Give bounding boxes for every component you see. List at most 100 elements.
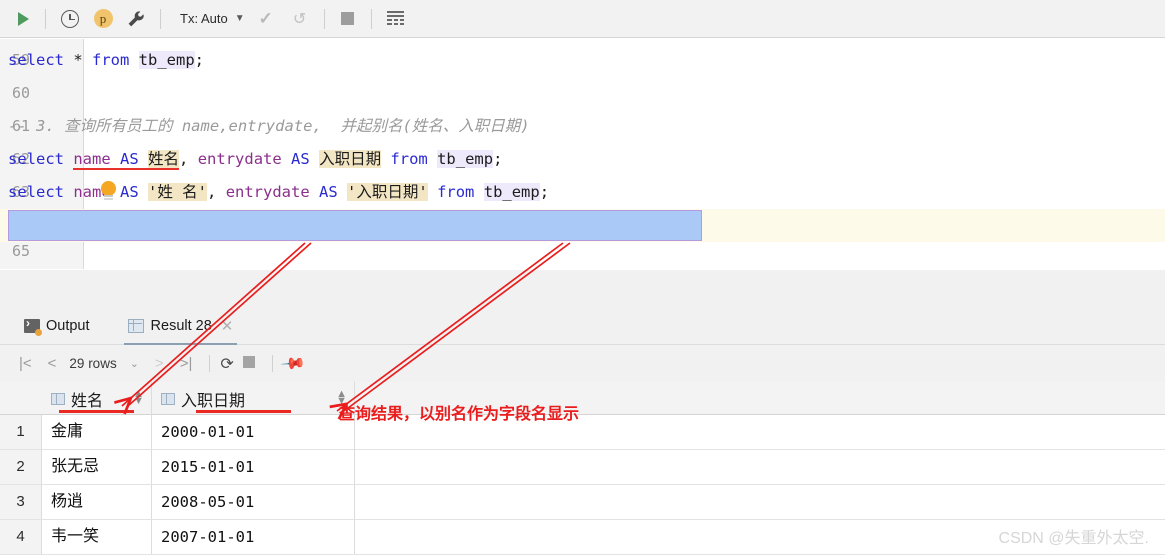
tab-result-28-label: Result 28: [150, 318, 212, 334]
stop-square-icon: [242, 356, 255, 368]
rollback-button[interactable]: ↺: [283, 0, 317, 38]
tab-result-28[interactable]: Result 28 ✕: [118, 308, 244, 345]
cell-entrydate[interactable]: 2007-01-01: [152, 520, 355, 554]
clock-icon: [61, 9, 79, 28]
code-token: tb_emp: [483, 183, 540, 201]
column-header-name-label: 姓名: [71, 392, 104, 410]
sort-arrows-icon[interactable]: ▲ ▼: [133, 389, 144, 407]
code-token: ;: [194, 51, 205, 69]
cell-entrydate[interactable]: 2000-01-01: [152, 415, 355, 449]
code-token: from: [390, 150, 428, 168]
table-row[interactable]: 2 张无忌 2015-01-01: [0, 450, 1165, 485]
code-line-59[interactable]: select * from tb_emp;: [0, 44, 1165, 77]
code-token: '姓 名': [148, 183, 208, 201]
nav-divider: [209, 355, 211, 372]
intention-bulb-icon[interactable]: [101, 181, 116, 200]
line-number-65-partial: 65: [12, 242, 31, 260]
close-icon[interactable]: ✕: [221, 317, 234, 335]
row-number: 2: [0, 450, 42, 484]
table-row[interactable]: 1 金庸 2000-01-01: [0, 415, 1165, 450]
sql-editor[interactable]: 59 60 61 62 63 64 ✔ select * from tb_emp…: [0, 39, 1165, 269]
next-page-button[interactable]: >: [148, 355, 171, 372]
code-token: 入职日期: [319, 150, 382, 168]
grid-header-row: 姓名 ▲ ▼ 入职日期 ▲ ▼: [0, 382, 1165, 415]
app-root: p Tx: Auto ▼ ✓ ↺ 59 60 61 62 63 select *…: [0, 0, 1165, 556]
code-token: from: [437, 183, 475, 201]
first-page-button[interactable]: |<: [12, 355, 39, 372]
cell-name[interactable]: 张无忌: [42, 450, 152, 484]
annotation-note: 查询结果，以别名作为字段名显示: [339, 406, 580, 423]
table-row[interactable]: 3 杨逍 2008-05-01: [0, 485, 1165, 520]
output-format-button[interactable]: [379, 0, 413, 38]
toolbar-divider-3: [323, 8, 325, 29]
cell-entrydate[interactable]: 2015-01-01: [152, 450, 355, 484]
table-icon: [127, 319, 144, 333]
code-token: ,: [179, 150, 198, 168]
toolbar-divider-4: [370, 8, 372, 29]
query-history-button[interactable]: [53, 0, 87, 38]
code-token: tb_emp: [437, 150, 494, 168]
code-token: entrydate: [197, 150, 282, 168]
code-token: from: [92, 51, 139, 69]
main-toolbar: p Tx: Auto ▼ ✓ ↺: [0, 0, 1165, 38]
results-panel: Output Result 28 ✕ |< < 29 rows ⌄ > >| ⟳…: [0, 270, 1165, 556]
result-grid[interactable]: 姓名 ▲ ▼ 入职日期 ▲ ▼ 1 金庸 2000-01-01 2 张无忌 2015-01-0…: [0, 382, 1165, 556]
play-icon: [17, 11, 29, 26]
stop-icon: [341, 12, 355, 25]
code-line-63[interactable]: select name AS '姓 名', entrydate AS '入职日期…: [0, 176, 1165, 209]
check-icon: ✓: [258, 8, 273, 28]
code-line-61[interactable]: -- 3. 查询所有员工的 name,entrydate, 并起别名(姓名、入职…: [0, 110, 1165, 143]
cell-name[interactable]: 金庸: [42, 415, 152, 449]
column-header-entrydate-label: 入职日期: [181, 392, 246, 410]
nav-divider-2: [271, 355, 273, 372]
cell-name[interactable]: 杨逍: [42, 485, 152, 519]
column-icon-2: [161, 392, 175, 405]
code-token: tb_emp: [138, 51, 195, 69]
pin-icon[interactable]: 📌: [279, 349, 307, 377]
stop-button[interactable]: [332, 0, 364, 38]
code-token: *: [73, 51, 92, 69]
code-line-62[interactable]: select name AS 姓名, entrydate AS 入职日期 fro…: [0, 143, 1165, 176]
code-token: '入职日期': [347, 183, 428, 201]
last-page-button[interactable]: >|: [173, 355, 200, 372]
code-token: name: [73, 150, 111, 170]
prev-page-button[interactable]: <: [41, 355, 64, 372]
cell-entrydate[interactable]: 2008-05-01: [152, 485, 355, 519]
p-badge-icon: p: [93, 9, 113, 28]
results-nav-toolbar: |< < 29 rows ⌄ > >| ⟳ 📌: [0, 346, 1165, 381]
results-tab-bar: Output Result 28 ✕: [0, 308, 1165, 345]
code-token: , 并起别名(姓名、入职日期): [312, 117, 530, 135]
cell-name[interactable]: 韦一笑: [42, 520, 152, 554]
tx-mode-selector[interactable]: Tx: Auto ▼: [168, 0, 249, 38]
run-query-button[interactable]: [8, 0, 38, 38]
table-row[interactable]: 4 韦一笑 2007-01-01: [0, 520, 1165, 555]
profile-button[interactable]: p: [87, 0, 119, 38]
code-token: ,: [207, 183, 226, 201]
code-token: AS: [291, 150, 310, 168]
tools-button[interactable]: [119, 0, 153, 38]
row-number: 1: [0, 415, 42, 449]
code-token: select: [8, 150, 74, 168]
code-line-60[interactable]: [0, 77, 1165, 110]
code-token: AS: [319, 183, 338, 201]
row-count-label: 29 rows: [69, 356, 117, 371]
stop-query-button[interactable]: [236, 355, 262, 372]
wrench-icon: [128, 10, 144, 26]
undo-icon: ↺: [292, 10, 307, 28]
column-icon: [51, 392, 65, 405]
refresh-icon[interactable]: ⟳: [220, 354, 233, 374]
row-count-chevron-icon[interactable]: ⌄: [123, 357, 146, 370]
output-icon: [24, 316, 42, 336]
tab-output[interactable]: Output: [14, 308, 100, 345]
toolbar-divider-2: [160, 8, 161, 29]
watermark: CSDN @失重外太空.: [998, 530, 1149, 547]
table-format-icon: [387, 11, 405, 26]
tx-mode-label: Tx: Auto: [180, 11, 228, 26]
commit-button[interactable]: ✓: [249, 0, 283, 38]
toolbar-divider: [45, 8, 46, 29]
